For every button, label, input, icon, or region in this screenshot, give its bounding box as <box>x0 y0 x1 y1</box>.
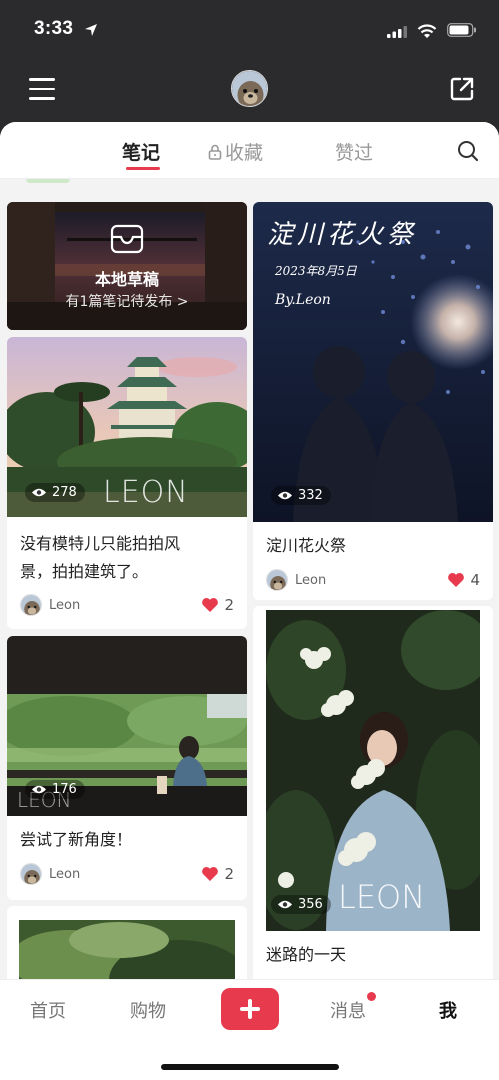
view-count-value: 278 <box>52 485 77 500</box>
scrolled-item-edge <box>26 179 70 183</box>
like-count: 2 <box>224 865 234 883</box>
author-avatar <box>20 863 42 885</box>
view-count-value: 356 <box>298 897 323 912</box>
heart-icon <box>202 598 219 612</box>
avatar[interactable] <box>231 70 268 107</box>
author-avatar <box>20 594 42 616</box>
note-title-line: 没有模特儿只能拍拍风 <box>20 534 181 553</box>
heart-icon <box>202 867 219 881</box>
view-count-value: 176 <box>52 782 77 797</box>
profile-top-bar <box>0 60 499 122</box>
nav-me[interactable]: 我 <box>439 997 457 1023</box>
author-avatar <box>266 569 288 591</box>
active-tab-indicator <box>126 167 160 170</box>
note-card[interactable]: 淀川花火祭 2023年8月5日 By.Leon 332 淀川花火祭 Leon 4 <box>253 202 493 600</box>
wifi-icon <box>417 24 437 38</box>
nav-shop[interactable]: 购物 <box>130 997 166 1023</box>
image-watermark: LEON <box>103 475 189 510</box>
eye-icon <box>32 785 46 794</box>
image-caption-date: 2023年8月5日 <box>275 264 357 278</box>
note-title: 没有模特儿只能拍拍风 景，拍拍建筑了。 <box>20 530 180 586</box>
home-indicator <box>161 1064 339 1070</box>
view-count: 356 <box>271 895 331 914</box>
tab-liked[interactable]: 赞过 <box>335 138 373 165</box>
nav-messages[interactable]: 消息 <box>330 997 366 1023</box>
location-arrow-icon <box>85 24 97 36</box>
draft-subtitle: 有1篇笔记待发布 > <box>65 294 189 310</box>
note-meta: Leon 2 <box>20 863 234 885</box>
battery-icon <box>447 23 476 37</box>
like-count: 2 <box>224 596 234 614</box>
eye-icon <box>32 488 46 497</box>
image-caption-byline: By.Leon <box>275 292 331 308</box>
notes-sheet: 笔记 收藏 赞过 本地草稿 有1篇笔记待发布 > LEON 278 没有模特儿只… <box>0 122 499 1080</box>
nav-home[interactable]: 首页 <box>30 997 66 1023</box>
note-title-line: 景，拍拍建筑了。 <box>20 562 149 581</box>
share-icon[interactable] <box>449 76 475 102</box>
inbox-icon <box>110 224 144 254</box>
search-icon[interactable] <box>457 140 479 162</box>
note-image: 淀川花火祭 2023年8月5日 By.Leon 332 <box>253 202 493 522</box>
tab-collect-label: 收藏 <box>225 142 264 164</box>
eye-icon <box>278 491 292 500</box>
note-image: LEON 176 <box>7 636 247 816</box>
eye-icon <box>278 900 292 909</box>
note-title: 尝试了新角度！ <box>20 830 133 849</box>
note-card[interactable]: LEON 278 没有模特儿只能拍拍风 景，拍拍建筑了。 Leon 2 <box>7 337 247 629</box>
lock-icon <box>208 144 222 160</box>
author-name: Leon <box>295 572 327 588</box>
note-meta: Leon 2 <box>20 594 234 616</box>
note-image: LEON 278 <box>7 337 247 517</box>
note-card[interactable]: LEON 356 迷路的一天 <box>253 606 493 986</box>
tab-bar: 笔记 收藏 赞过 <box>0 122 499 179</box>
like-button[interactable]: 4 <box>447 571 480 589</box>
view-count: 176 <box>25 780 85 799</box>
status-time: 3:33 <box>34 18 74 39</box>
view-count: 278 <box>25 483 85 502</box>
menu-icon[interactable] <box>29 78 55 100</box>
note-title: 淀川花火祭 <box>266 536 347 555</box>
tab-collect[interactable]: 收藏 <box>208 138 263 165</box>
note-card[interactable]: LEON 176 尝试了新角度！ Leon 2 <box>7 636 247 900</box>
image-watermark: LEON <box>338 878 426 916</box>
view-count: 332 <box>271 486 331 505</box>
draft-title: 本地草稿 <box>94 270 159 289</box>
local-drafts-card[interactable]: 本地草稿 有1篇笔记待发布 > <box>7 202 247 330</box>
heart-icon <box>448 573 465 587</box>
tab-notes[interactable]: 笔记 <box>122 138 160 165</box>
like-count: 4 <box>470 571 480 589</box>
note-image: LEON 356 <box>266 610 480 931</box>
status-bar: 3:33 <box>0 0 499 60</box>
create-note-button[interactable] <box>221 988 279 1030</box>
like-button[interactable]: 2 <box>201 865 234 883</box>
like-button[interactable]: 2 <box>201 596 234 614</box>
author-name: Leon <box>49 597 81 613</box>
unread-badge <box>367 992 376 1001</box>
view-count-value: 332 <box>298 488 323 503</box>
note-title: 迷路的一天 <box>266 945 347 964</box>
author-name: Leon <box>49 866 81 882</box>
image-caption-title: 淀川花火祭 <box>267 220 418 250</box>
signal-icon <box>387 26 407 38</box>
bottom-nav: 首页 购物 消息 我 <box>0 979 499 1080</box>
note-meta: Leon 4 <box>266 569 480 591</box>
